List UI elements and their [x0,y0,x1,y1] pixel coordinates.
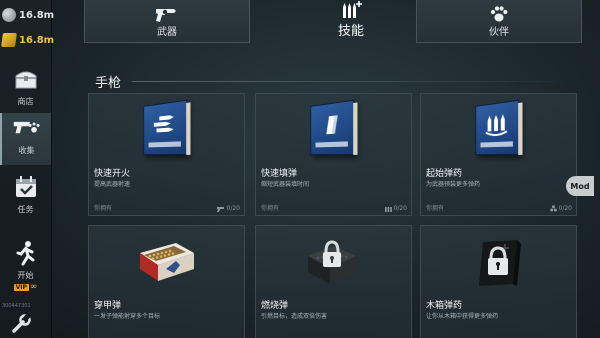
revolver-icon [156,9,176,22]
vip-infinity: ∞ [29,282,38,292]
bullets-icon [384,207,392,212]
calendar-check-icon [11,172,41,202]
card-description: 提高武器射速 [94,181,131,188]
sidebar-item-label: 收集 [18,146,35,155]
owned-label: 你拥有 [261,205,280,212]
tab-partner[interactable]: 伙伴 [416,0,582,43]
sidebar-item-task[interactable]: 任务 [0,172,51,222]
card-count: 0/20 [216,205,240,212]
card-description: 为武器预装更多弹药 [426,181,481,188]
bullets-plus-icon [343,1,362,18]
paw-icon [490,6,508,22]
wrench-icon[interactable] [10,312,32,335]
gold-resource: 16.8m [1,31,55,49]
vip-badge: VIP [13,283,29,291]
card-title: 穿甲弹 [94,301,122,311]
ammo-stack-icon [549,205,557,212]
top-tabs: 武器 技能 伙伴 [84,0,600,52]
sidebar-item-collect[interactable]: 收集 [0,113,51,165]
section-divider [132,81,582,82]
silver-coin-icon [2,8,16,22]
skill-book-image [475,99,520,156]
card-description: 一发子弹能射穿多个目标 [94,313,161,320]
card-title: 快速填弹 [261,169,298,179]
skill-card-incendiary[interactable]: 燃烧弹 引燃目标，造成双倍伤害 [255,225,412,338]
card-count: 0/20 [384,205,407,212]
gun-paw-icon [12,113,42,143]
count-value: 0/20 [393,205,407,212]
skill-book-image [143,99,188,156]
tab-weapon[interactable]: 武器 [84,0,250,43]
vip-status: VIP ∞ [13,282,38,292]
locked-box-image [308,240,356,284]
tab-label: 武器 [157,27,177,38]
count-value: 0/20 [558,205,572,212]
skill-card-starting-ammo[interactable]: 起始弹药 为武器预装更多弹药 你拥有 0/20 [420,93,577,216]
sidebar: 16.8m 16.8m 商店 收集 任务 开始 VIP ∞ 300447301 [0,0,55,338]
card-title: 快速开火 [94,169,131,179]
tab-label: 伙伴 [489,27,509,38]
card-title: 木箱弹药 [426,301,463,311]
owned-label: 你拥有 [426,205,445,212]
owned-label: 你拥有 [94,205,113,212]
card-description: 让你从木箱中获得更多弹药 [426,313,499,320]
ammo-box-image [140,243,194,281]
card-count: 0/20 [549,205,572,212]
sidebar-item-label: 任务 [17,205,34,214]
tab-label: 技能 [337,24,364,39]
skill-card-armor-piercing[interactable]: 穿甲弹 一发子弹能射穿多个目标 [88,225,245,338]
locked-box-image [479,240,521,286]
skill-card-crate-ammo[interactable]: 木箱弹药 让你从木箱中获得更多弹药 [420,225,577,338]
player-id: 300447301 [2,303,31,309]
sidebar-item-label: 商店 [17,97,34,106]
silver-distance: 16.8m [19,9,55,21]
skill-card-quick-reload[interactable]: 快速填弹 缩短武器装填时间 你拥有 0/20 [255,93,412,216]
skill-card-rapid-fire[interactable]: 快速开火 提高武器射速 你拥有 0/20 [88,93,245,216]
tab-skill[interactable]: 技能 [296,0,406,43]
card-title: 起始弹药 [426,169,463,179]
sidebar-item-label: 开始 [17,271,34,280]
sidebar-item-start[interactable]: 开始 VIP ∞ [0,238,51,294]
mod-badge[interactable]: Mod [566,176,594,196]
silver-resource: 16.8m [2,6,55,24]
gun-icon [216,206,224,212]
gold-distance: 16.8m [19,34,55,46]
skill-book-image [310,99,355,156]
count-value: 0/20 [226,205,240,212]
gold-bar-icon [1,33,17,47]
card-description: 缩短武器装填时间 [261,181,310,188]
card-description: 引燃目标，造成双倍伤害 [261,313,328,320]
section-title: 手枪 [95,76,122,91]
card-title: 燃烧弹 [261,301,289,311]
sidebar-item-shop[interactable]: 商店 [0,64,51,110]
running-man-icon [11,238,41,268]
chest-icon [11,64,41,94]
